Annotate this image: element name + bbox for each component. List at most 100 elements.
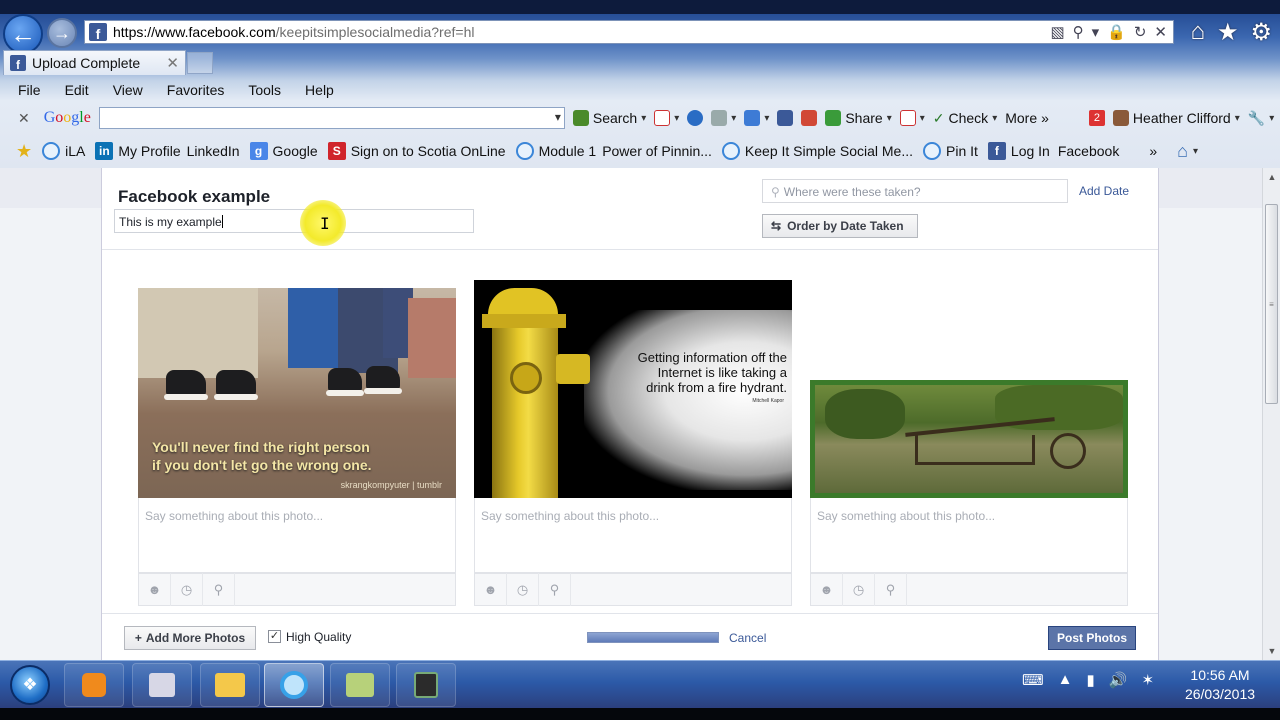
- favorite-google[interactable]: g Google: [249, 142, 318, 160]
- high-quality-label: High Quality: [286, 630, 352, 644]
- add-date-link[interactable]: Add Date: [1079, 184, 1129, 198]
- lock-icon[interactable]: 🔒: [1107, 23, 1126, 41]
- share-button[interactable]: Share ▾: [825, 110, 892, 126]
- clock-icon[interactable]: ◷: [171, 573, 203, 606]
- google-search-input[interactable]: [98, 107, 565, 129]
- favorite-facebook[interactable]: Facebook: [1058, 143, 1119, 159]
- menu-edit[interactable]: Edit: [65, 82, 89, 98]
- stop-icon[interactable]: ✕: [1154, 23, 1167, 41]
- forward-button[interactable]: →: [47, 18, 77, 48]
- scroll-up-arrow-icon[interactable]: ▲: [1263, 168, 1280, 186]
- new-tab-button[interactable]: [187, 52, 213, 74]
- taskbar-explorer[interactable]: [200, 663, 260, 707]
- favorites-overflow-icon[interactable]: »: [1149, 143, 1157, 159]
- add-favorite-button[interactable]: ★: [16, 141, 32, 162]
- add-more-photos-button[interactable]: + Add More Photos: [124, 626, 256, 650]
- wrench-button[interactable]: 🔧 ▾: [1248, 110, 1274, 127]
- google-search-button[interactable]: Search ▾: [572, 110, 646, 126]
- battery-icon[interactable]: ▮: [1087, 671, 1095, 689]
- address-bar[interactable]: f https://www.facebook.com/keepitsimples…: [84, 20, 1174, 44]
- location-input[interactable]: ⚲ Where were these taken?: [762, 179, 1068, 203]
- photo-fire-hydrant[interactable]: Getting information off the Internet is …: [474, 280, 792, 498]
- tag-person-icon[interactable]: ☻: [811, 573, 843, 606]
- globe-button[interactable]: [687, 110, 704, 126]
- start-button[interactable]: ❖: [10, 665, 50, 705]
- favorite-linkedin[interactable]: LinkedIn: [187, 143, 240, 159]
- post-photos-button[interactable]: Post Photos: [1048, 626, 1136, 650]
- back-button[interactable]: ←: [3, 14, 43, 54]
- account-button[interactable]: Heather Clifford ▾: [1112, 110, 1240, 126]
- clock-icon[interactable]: ◷: [843, 573, 875, 606]
- taskbar-media-player[interactable]: [64, 663, 124, 707]
- spell-check-button[interactable]: ✓ Check ▾: [933, 110, 997, 127]
- tag-person-icon[interactable]: ☻: [139, 573, 171, 606]
- favorite-my-profile[interactable]: in My Profile: [95, 142, 181, 160]
- search-icon[interactable]: ⚲: [1073, 23, 1084, 41]
- favorite-label: Facebook: [1057, 143, 1120, 159]
- favorite-scotia[interactable]: S Sign on to Scotia OnLine: [327, 142, 506, 160]
- photo-caption-input[interactable]: Say something about this photo...: [810, 498, 1128, 573]
- favorites-star-icon[interactable]: ★: [1217, 18, 1239, 47]
- page-icon: [711, 110, 728, 126]
- order-by-date-button[interactable]: ⇆ Order by Date Taken: [762, 214, 918, 238]
- tag-person-icon[interactable]: ☻: [475, 573, 507, 606]
- show-hidden-icons-icon[interactable]: ▲: [1058, 671, 1073, 689]
- favorite-ila[interactable]: iLA: [42, 142, 85, 160]
- close-toolbar-icon[interactable]: ✕: [18, 110, 30, 127]
- windows-taskbar: ❖ ⌨ ▲ ▮ 🔊 ✶ 10:56 AM 26/03/2013: [0, 660, 1280, 708]
- facebook-share-icon[interactable]: [777, 110, 794, 126]
- plus-button[interactable]: ▾: [744, 110, 769, 126]
- menu-file[interactable]: File: [18, 82, 41, 98]
- volume-icon[interactable]: 🔊: [1109, 671, 1128, 689]
- clock-icon[interactable]: ◷: [507, 573, 539, 606]
- photo-caption-input[interactable]: Say something about this photo...: [138, 498, 456, 573]
- menu-favorites[interactable]: Favorites: [167, 82, 225, 98]
- high-quality-checkbox[interactable]: ✓: [268, 630, 281, 643]
- page-scrollbar[interactable]: ▲ ≡ ▼: [1262, 168, 1280, 660]
- pagerank-button[interactable]: ▾: [711, 110, 736, 126]
- favorite-keep-it-simple[interactable]: Keep It Simple Social Me...: [721, 142, 913, 160]
- location-pin-icon[interactable]: ⚲: [539, 573, 571, 606]
- menu-view[interactable]: View: [113, 82, 143, 98]
- tab-upload-complete[interactable]: f Upload Complete ✕: [3, 50, 186, 75]
- close-tab-icon[interactable]: ✕: [166, 54, 179, 72]
- keyboard-icon[interactable]: ⌨: [1022, 671, 1044, 689]
- favorite-module-1[interactable]: Module 1: [515, 142, 596, 160]
- taskbar-internet-explorer[interactable]: [264, 663, 324, 707]
- translate-button[interactable]: ▾: [899, 110, 925, 126]
- photo-farm-wagon[interactable]: [810, 380, 1128, 498]
- menu-help[interactable]: Help: [305, 82, 334, 98]
- taskbar-paint[interactable]: [132, 663, 192, 707]
- network-icon[interactable]: ✶: [1141, 671, 1154, 689]
- album-title[interactable]: Facebook example: [118, 187, 270, 207]
- gear-icon[interactable]: ⚙: [1250, 18, 1272, 47]
- taskbar-camera[interactable]: [396, 663, 456, 707]
- taskbar-notes[interactable]: [330, 663, 390, 707]
- location-pin-icon[interactable]: ⚲: [203, 573, 235, 606]
- cancel-link[interactable]: Cancel: [729, 631, 766, 645]
- photo-overlay-quote: Getting information off the Internet is …: [622, 350, 787, 395]
- scroll-down-arrow-icon[interactable]: ▼: [1263, 642, 1280, 660]
- favorite-power-of-pinning[interactable]: Power of Pinnin...: [602, 143, 712, 159]
- home-page-icon[interactable]: ⌂ ▾: [1177, 141, 1198, 162]
- photo-card-2: Getting information off the Internet is …: [474, 280, 792, 606]
- gplus-icon[interactable]: [801, 110, 818, 126]
- album-description-input[interactable]: This is my example: [114, 209, 474, 233]
- menu-tools[interactable]: Tools: [248, 82, 281, 98]
- home-icon[interactable]: ⌂: [1190, 18, 1205, 47]
- favorite-pin-it[interactable]: Pin It: [923, 142, 978, 160]
- photo-tools: ☻ ◷ ⚲: [474, 573, 792, 606]
- scroll-thumb[interactable]: ≡: [1265, 204, 1278, 404]
- favorite-log-in[interactable]: f Log In: [987, 142, 1050, 160]
- gmail-button[interactable]: ▾: [654, 110, 679, 126]
- notification-badge[interactable]: 2: [1088, 110, 1105, 126]
- dropdown-icon[interactable]: ▾: [1092, 23, 1100, 41]
- refresh-icon[interactable]: ↻: [1134, 23, 1147, 41]
- photo-caption-input[interactable]: Say something about this photo...: [474, 498, 792, 573]
- photo-farm-scene: [815, 385, 1123, 493]
- more-button[interactable]: More»: [1005, 110, 1049, 126]
- photo-couple-shoes[interactable]: You'll never find the right person if yo…: [138, 288, 456, 498]
- location-pin-icon[interactable]: ⚲: [875, 573, 907, 606]
- taskbar-clock[interactable]: 10:56 AM 26/03/2013: [1180, 666, 1260, 704]
- compatibility-view-icon[interactable]: ▧: [1050, 23, 1064, 41]
